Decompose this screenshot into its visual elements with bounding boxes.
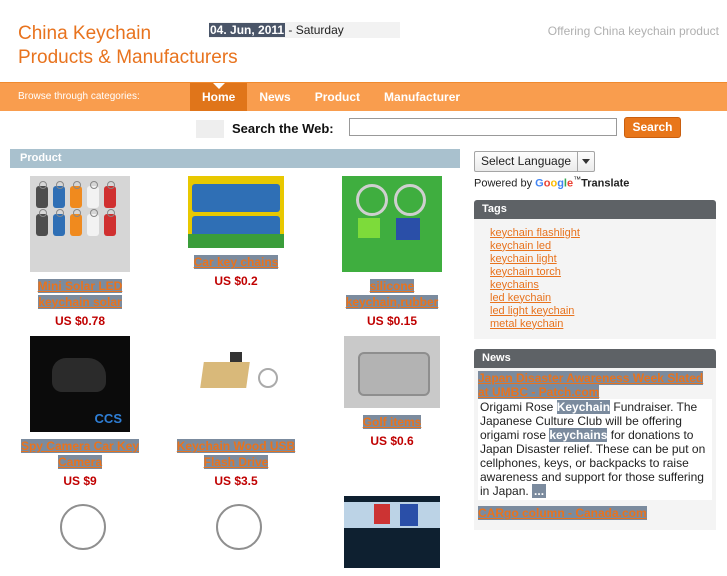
product-title-wrap: silicone keychain,rubber [316, 278, 468, 310]
product-title-wrap: Car key chains [160, 254, 312, 270]
news-item: Japan Disaster Awareness Week Slated at … [478, 370, 712, 500]
google-logo: Google [535, 177, 574, 190]
spy-camera-keychain-photo[interactable]: CCS [30, 336, 130, 432]
main-navigation: Browse through categories: Home News Pro… [0, 82, 727, 111]
tag-link[interactable]: metal keychain [490, 318, 706, 331]
search-decor-box [196, 120, 224, 138]
product-title-wrap: Mini Solar LED keychain solar [4, 278, 156, 310]
product-card[interactable]: Mini Solar LED keychain solar US $0.78 [4, 176, 156, 328]
news-title-link[interactable]: Japan Disaster Awareness Week Slated at … [478, 370, 704, 399]
tag-link[interactable]: keychain light [490, 253, 706, 266]
nav-item-product[interactable]: Product [303, 83, 372, 111]
product-title-link[interactable]: Spy Camera Car Key Camera [20, 439, 140, 469]
tags-panel: Tags keychain flashlight keychain led ke… [474, 199, 716, 339]
nav-item-list: Home News Product Manufacturer [190, 83, 472, 111]
site-tagline: Offering China keychain product [547, 24, 719, 38]
date-weekday: - Saturday [285, 23, 344, 37]
product-title-link[interactable]: silicone keychain,rubber [345, 279, 439, 309]
product-title-wrap: Keychain Wood USB Flash Drive [160, 438, 312, 470]
product-title-link[interactable]: Mini Solar LED keychain solar [37, 279, 123, 309]
product-price: US $3.5 [214, 474, 258, 488]
site-logo[interactable]: China Keychain Products & Manufacturers [18, 22, 238, 70]
tags-panel-title: Tags [474, 199, 716, 219]
product-photo[interactable] [32, 496, 128, 568]
news-list: Japan Disaster Awareness Week Slated at … [474, 367, 716, 530]
news-panel: News Japan Disaster Awareness Week Slate… [474, 348, 716, 530]
product-card[interactable]: silicone keychain,rubber US $0.15 [316, 176, 468, 328]
news-read-more[interactable]: ... [532, 483, 547, 498]
news-item: CARgo column - Canada.com [478, 505, 712, 520]
product-photo[interactable] [344, 496, 440, 568]
product-card[interactable]: CCS Spy Camera Car Key Camera US $9 [4, 336, 156, 488]
tag-link[interactable]: keychain led [490, 240, 706, 253]
powered-by-label: Powered by [474, 177, 533, 190]
browse-categories-label: Browse through categories: [18, 91, 140, 102]
product-price: US $0.78 [54, 314, 106, 328]
solar-keychains-photo[interactable] [30, 176, 130, 272]
tag-link[interactable]: led light keychain [490, 305, 706, 318]
tag-link[interactable]: keychain flashlight [490, 227, 706, 240]
product-photo[interactable] [188, 496, 284, 568]
product-card[interactable] [316, 496, 468, 568]
date-highlighted: 04. Jun, 2011 [209, 23, 286, 37]
nav-item-home[interactable]: Home [190, 83, 248, 111]
golf-buckle-photo[interactable] [344, 336, 440, 408]
news-title-wrap: CARgo column - Canada.com [478, 505, 712, 520]
site-logo-line-2: Products & Manufacturers [18, 47, 238, 68]
powered-by-google-translate: Powered by Google™Translate [474, 175, 724, 190]
trademark-symbol: ™ [573, 175, 582, 184]
product-grid: Mini Solar LED keychain solar US $0.78 C… [0, 176, 470, 576]
tag-link[interactable]: led keychain [490, 292, 706, 305]
product-price: US $0.15 [366, 314, 418, 328]
product-title-link[interactable]: Keychain Wood USB Flash Drive [176, 439, 296, 469]
search-button[interactable]: Search [624, 117, 681, 138]
silicone-keychain-photo[interactable] [342, 176, 442, 272]
sidebar: Select Language Powered by Google™Transl… [474, 149, 724, 530]
product-title-link[interactable]: Car key chains [193, 255, 279, 269]
translate-word: Translate [581, 177, 630, 190]
product-price: US $0.6 [370, 434, 414, 448]
product-title-wrap: Spy Camera Car Key Camera [4, 438, 156, 470]
search-label: Search the Web: [232, 121, 334, 136]
news-keyword: Keychain [556, 399, 611, 414]
news-panel-title: News [474, 348, 716, 368]
product-card[interactable]: Keychain Wood USB Flash Drive US $3.5 [160, 336, 312, 488]
current-date: 04. Jun, 2011 - Saturday [209, 22, 400, 38]
tags-list: keychain flashlight keychain led keychai… [474, 218, 716, 339]
wood-usb-keychain-photo[interactable] [186, 336, 286, 432]
language-select-label: Select Language [481, 154, 572, 168]
product-price: US $0.2 [214, 274, 258, 288]
product-title-link[interactable]: Golf items [362, 415, 422, 429]
car-keychain-photo[interactable] [188, 176, 284, 248]
news-title-wrap: Japan Disaster Awareness Week Slated at … [478, 370, 712, 399]
page-header: China Keychain Products & Manufacturers … [0, 0, 727, 82]
product-card[interactable]: Car key chains US $0.2 [160, 176, 312, 328]
news-text: Origami Rose [480, 399, 557, 414]
nav-item-manufacturer[interactable]: Manufacturer [372, 83, 472, 111]
news-snippet: Origami Rose Keychain Fundraiser. The Ja… [478, 398, 712, 500]
chevron-down-icon[interactable] [577, 152, 594, 171]
language-select[interactable]: Select Language [474, 151, 596, 172]
tag-link[interactable]: keychains [490, 279, 706, 292]
nav-item-news[interactable]: News [247, 83, 302, 111]
main-column: Product Mini Solar LED keychain solar US… [0, 149, 470, 576]
site-logo-line-1: China Keychain [18, 23, 152, 44]
tag-link[interactable]: keychain torch [490, 266, 706, 279]
product-card[interactable] [160, 496, 312, 568]
page-content: Product Mini Solar LED keychain solar US… [0, 149, 727, 576]
product-title-wrap: Golf items [316, 414, 468, 430]
news-title-link[interactable]: CARgo column - Canada.com [478, 505, 647, 520]
product-price: US $9 [63, 474, 97, 488]
product-card[interactable] [4, 496, 156, 568]
search-input[interactable] [349, 118, 617, 136]
product-card[interactable]: Golf items US $0.6 [316, 336, 468, 488]
news-keyword: keychains [549, 427, 608, 442]
search-bar: Search the Web: Search [0, 111, 727, 149]
product-section-header: Product [10, 149, 460, 168]
google-translate-widget: Select Language Powered by Google™Transl… [474, 149, 724, 190]
